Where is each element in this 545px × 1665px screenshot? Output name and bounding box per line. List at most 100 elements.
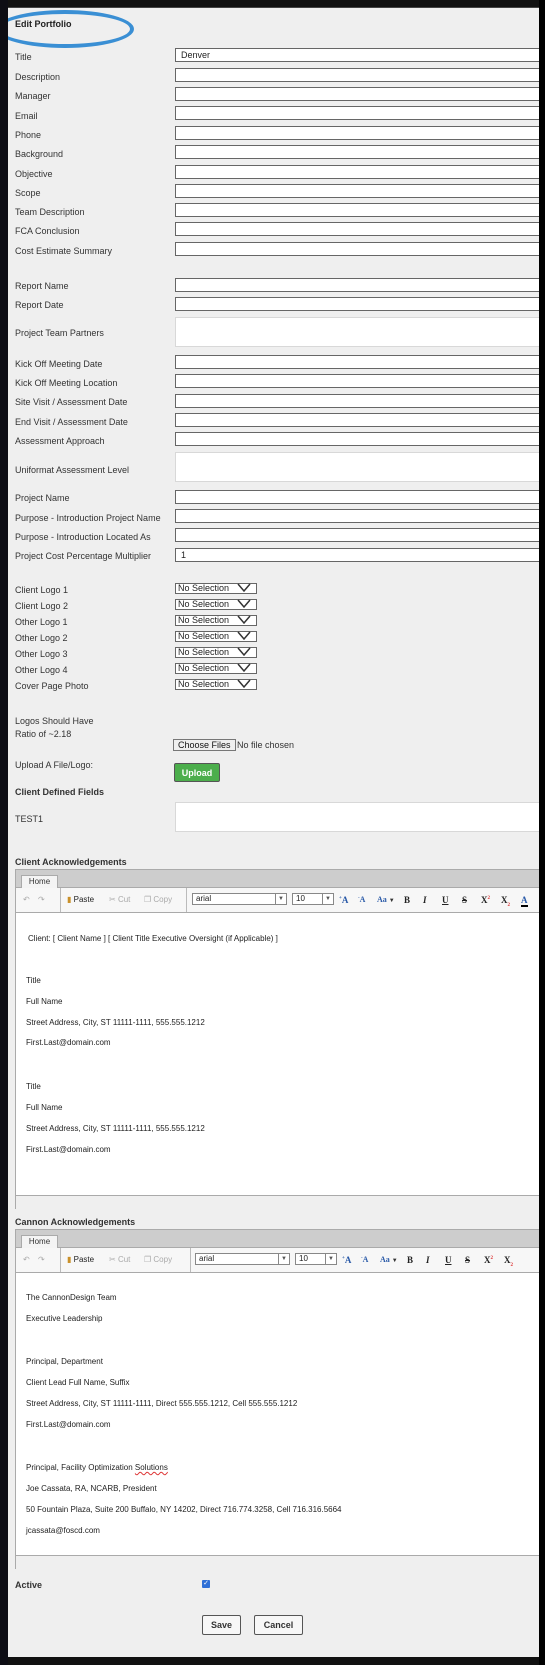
logo-ratio-note-line2: Ratio of ~2.18 [15,729,72,739]
paste-button[interactable]: ▮ Paste [67,895,94,904]
strikethrough-button[interactable]: S [465,1255,470,1265]
cost-estimate-summary-input[interactable] [175,242,539,256]
fca-conclusion-input[interactable] [175,222,539,236]
client-acknowledgements-heading: Client Acknowledgements [15,857,127,867]
underline-button[interactable]: U [442,895,449,905]
shrink-font-button[interactable]: -A [358,895,365,904]
copy-icon: ❐ [144,895,152,904]
choose-files-button[interactable]: Choose Files [173,739,236,751]
cut-button[interactable]: ✂ Cut [109,1255,130,1264]
other-logo-2-select[interactable]: No Selection [175,631,257,642]
shrink-font-button[interactable]: -A [361,1255,368,1264]
editor-toolbar: ↶ ↷ ▮ Paste ✂ Cut ❐ Copy arial ▼ 10 ▼ +A -… [16,1248,539,1273]
cut-button[interactable]: ✂ Cut [109,895,130,904]
content-line: Full Name [26,997,63,1006]
report-date-input[interactable] [175,297,539,311]
active-checkbox[interactable]: ✓ [202,1580,210,1588]
copy-button[interactable]: ❐ Copy [144,1255,172,1264]
underline-button[interactable]: U [445,1255,452,1265]
change-case-button[interactable]: Aa ▼ [380,1255,398,1264]
site-visit-date-input[interactable] [175,394,539,408]
editor-toolbar: ↶ ↷ ▮ Paste ✂ Cut ❐ Copy arial ▼ 10 ▼ +A -… [16,888,539,913]
redo-icon[interactable]: ↷ [38,895,45,904]
project-cost-multiplier-input[interactable]: 1 [175,548,539,562]
cover-page-photo-select[interactable]: No Selection [175,679,257,690]
caret-down-icon: ▼ [391,1258,398,1264]
end-visit-date-input[interactable] [175,413,539,427]
subscript-button[interactable]: X2 [501,895,510,908]
project-name-input[interactable] [175,490,539,504]
label-email: Email [15,111,38,121]
grow-font-label: A [344,1255,352,1265]
redo-icon[interactable]: ↷ [38,1255,45,1264]
purpose-intro-located-as-input[interactable] [175,528,539,542]
grow-font-button[interactable]: +A [339,895,348,905]
cannon-acknowledgements-content[interactable]: The CannonDesign Team Executive Leadersh… [16,1273,539,1555]
save-button[interactable]: Save [202,1615,241,1635]
undo-icon[interactable]: ↶ [23,1255,30,1264]
tab-home[interactable]: Home [21,1235,58,1248]
cannon-acknowledgements-heading: Cannon Acknowledgements [15,1217,136,1227]
copy-icon: ❐ [144,1255,152,1264]
project-team-partners-textarea[interactable] [175,317,539,347]
italic-button[interactable]: I [423,895,427,905]
content-line: Executive Leadership [26,1314,103,1323]
bold-button[interactable]: B [407,1255,413,1265]
label-project-cost-multiplier: Project Cost Percentage Multiplier [15,551,152,561]
font-family-select[interactable]: arial ▼ [192,893,287,905]
cancel-button[interactable]: Cancel [254,1615,303,1635]
chevron-down-icon: ▼ [322,894,333,904]
chevron-down-icon [237,679,251,688]
kick-off-meeting-location-input[interactable] [175,374,539,388]
upload-button[interactable]: Upload [174,763,220,782]
label-test1: TEST1 [15,814,44,824]
report-name-input[interactable] [175,278,539,292]
grow-font-button[interactable]: +A [342,1255,351,1265]
title-input[interactable]: Denver [175,48,539,62]
client-acknowledgements-content[interactable]: Client: [ Client Name ] [ Client Title E… [16,913,539,1195]
objective-input[interactable] [175,165,539,179]
checkmark-icon: ✓ [203,1580,209,1587]
manager-input[interactable] [175,87,539,101]
toolbar-divider [190,1248,191,1272]
superscript-button[interactable]: X2 [484,1255,493,1265]
assessment-approach-input[interactable] [175,432,539,446]
client-logo-1-select[interactable]: No Selection [175,583,257,594]
team-description-input[interactable] [175,203,539,217]
test1-textarea[interactable] [175,802,539,832]
strikethrough-button[interactable]: S [462,895,467,905]
tab-home[interactable]: Home [21,875,58,888]
uniformat-assessment-level-textarea[interactable] [175,452,539,482]
kick-off-meeting-date-input[interactable] [175,355,539,369]
client-logo-2-select[interactable]: No Selection [175,599,257,610]
client-defined-fields-heading: Client Defined Fields [15,787,105,797]
description-input[interactable] [175,68,539,82]
label-phone: Phone [15,130,42,140]
label-end-visit-date: End Visit / Assessment Date [15,417,128,427]
background-input[interactable] [175,145,539,159]
subscript-button[interactable]: X2 [504,1255,513,1268]
font-size-select[interactable]: 10 ▼ [295,1253,337,1265]
other-logo-3-select[interactable]: No Selection [175,647,257,658]
copy-button[interactable]: ❐ Copy [144,895,172,904]
purpose-intro-project-name-input[interactable] [175,509,539,523]
font-family-select[interactable]: arial ▼ [195,1253,290,1265]
change-case-button[interactable]: Aa ▼ [377,895,395,904]
scope-input[interactable] [175,184,539,198]
font-color-button[interactable]: A [521,895,528,907]
phone-input[interactable] [175,126,539,140]
other-logo-4-select[interactable]: No Selection [175,663,257,674]
content-line: 50 Fountain Plaza, Suite 200 Buffalo, NY… [26,1505,342,1514]
italic-button[interactable]: I [426,1255,430,1265]
undo-icon[interactable]: ↶ [23,895,30,904]
other-logo-1-select[interactable]: No Selection [175,615,257,626]
paste-button[interactable]: ▮ Paste [67,1255,94,1264]
superscript-button[interactable]: X2 [481,895,490,905]
select-value: No Selection [178,647,230,657]
email-input[interactable] [175,106,539,120]
chevron-down-icon [237,583,251,592]
shrink-font-label: A [359,895,366,904]
font-size-select[interactable]: 10 ▼ [292,893,334,905]
label-fca-conclusion: FCA Conclusion [15,226,80,236]
bold-button[interactable]: B [404,895,410,905]
